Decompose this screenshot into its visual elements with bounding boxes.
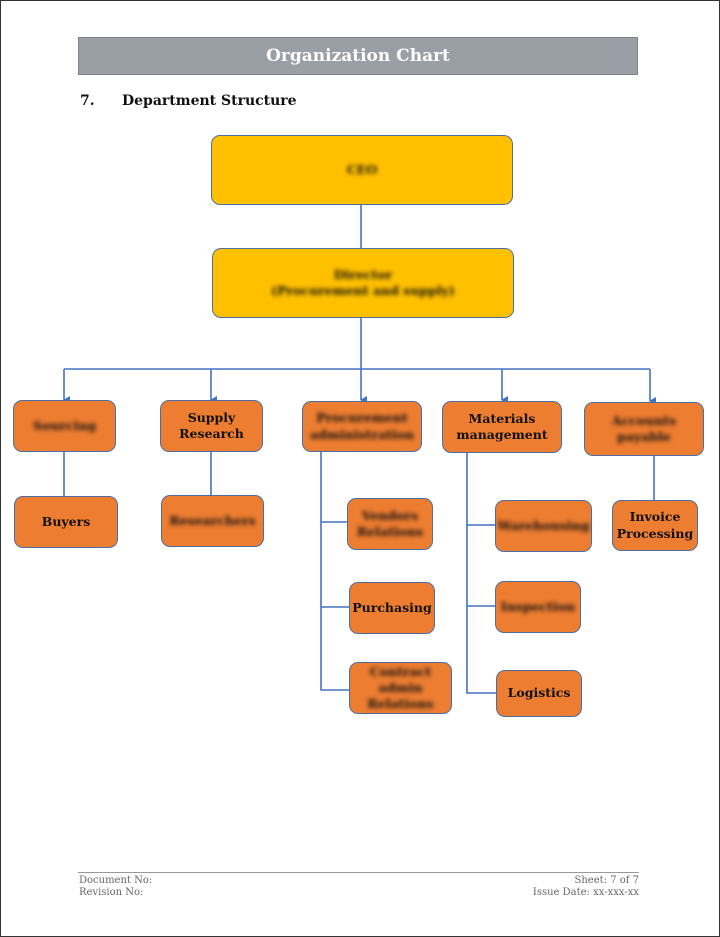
- node-label: Materials management: [456, 410, 548, 442]
- node-director-label: Director (Procurement and supply): [271, 266, 455, 298]
- footer-revision-no: Revision No:: [79, 887, 144, 898]
- node-label: Supply Research: [179, 409, 244, 441]
- footer-document-no: Document No:: [79, 875, 153, 886]
- connector-procurement-children: [320, 452, 349, 691]
- node-warehousing[interactable]: Warehousing: [495, 500, 592, 552]
- node-label: Buyers: [41, 513, 91, 529]
- node-ceo-label: CEO: [346, 161, 378, 177]
- node-director[interactable]: Director (Procurement and supply): [212, 248, 514, 318]
- footer-sheet: Sheet: 7 of 7: [574, 875, 640, 886]
- node-label: Contract admin Relations: [367, 663, 434, 712]
- node-contract-admin-relations[interactable]: Contract admin Relations: [349, 662, 452, 714]
- node-inspection[interactable]: Inspection: [495, 581, 581, 633]
- node-label: Inspection: [500, 598, 576, 614]
- node-supply-research[interactable]: Supply Research: [160, 400, 263, 452]
- node-label: Warehousing: [497, 517, 590, 533]
- node-label: Purchasing: [352, 599, 432, 615]
- footer-divider: [78, 872, 639, 873]
- node-label: Accounts payable: [611, 412, 677, 444]
- node-label: Sourcing: [32, 417, 97, 433]
- footer-issue-date: Issue Date: xx-xxx-xx: [532, 887, 639, 898]
- node-purchasing[interactable]: Purchasing: [349, 582, 435, 634]
- node-procurement-administration[interactable]: Procurement administration: [302, 401, 422, 452]
- node-accounts-payable[interactable]: Accounts payable: [584, 402, 704, 456]
- node-label: Vendors Relations: [356, 507, 424, 539]
- node-materials-management[interactable]: Materials management: [442, 401, 562, 453]
- node-label: Logistics: [507, 685, 571, 701]
- connector-materials-children: [466, 453, 496, 694]
- node-label: Invoice Processing: [616, 509, 694, 541]
- node-label: Researchers: [169, 512, 256, 528]
- node-invoice-processing[interactable]: Invoice Processing: [612, 500, 698, 551]
- node-sourcing[interactable]: Sourcing: [13, 400, 116, 452]
- node-logistics[interactable]: Logistics: [496, 670, 582, 717]
- node-buyers[interactable]: Buyers: [14, 496, 118, 548]
- node-label: Procurement administration: [309, 410, 415, 442]
- node-researchers[interactable]: Researchers: [161, 495, 264, 547]
- node-vendors-relations[interactable]: Vendors Relations: [347, 498, 433, 550]
- node-ceo[interactable]: CEO: [211, 135, 513, 205]
